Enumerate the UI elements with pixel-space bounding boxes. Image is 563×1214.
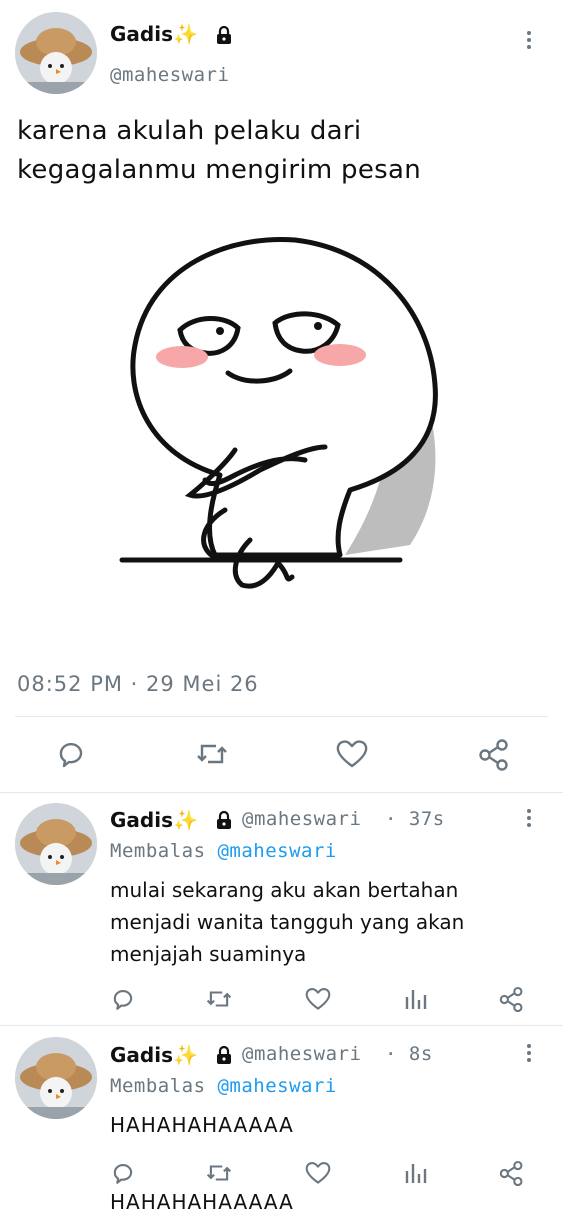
reply-text-line-1: mulai sekarang aku akan bertahan	[110, 878, 459, 902]
avatar[interactable]	[15, 1037, 97, 1119]
replying-to: Membalas @maheswari	[110, 840, 337, 862]
more-vertical-icon[interactable]	[527, 806, 533, 830]
more-vertical-icon[interactable]	[527, 28, 533, 52]
reply-display-name[interactable]: Gadis✨	[110, 1043, 198, 1067]
avatar-image	[15, 12, 97, 94]
reply-text-line-2: menjadi wanita tangguh yang akan	[110, 910, 465, 934]
reply-icon[interactable]	[110, 986, 136, 1012]
lock-icon	[217, 810, 231, 829]
reply-handle[interactable]: @maheswari	[242, 1043, 361, 1065]
lock-icon	[217, 1045, 231, 1064]
reply-display-name[interactable]: Gadis✨	[110, 808, 198, 832]
avatar[interactable]	[15, 12, 97, 94]
handle[interactable]: @maheswari	[110, 64, 229, 86]
replying-to-link[interactable]: @maheswari	[217, 1075, 336, 1097]
reply-icon[interactable]	[110, 1160, 136, 1186]
replying-to: Membalas @maheswari	[110, 1075, 337, 1097]
heart-icon[interactable]	[335, 739, 369, 769]
avatar[interactable]	[15, 803, 97, 885]
display-name-text: Gadis	[110, 1043, 173, 1067]
more-vertical-icon[interactable]	[527, 1041, 533, 1065]
sparkles-icon: ✨	[173, 22, 198, 46]
tweet-text-line-1: karena akulah pelaku dari	[17, 116, 362, 146]
sparkles-icon: ✨	[173, 808, 198, 832]
share-icon[interactable]	[477, 738, 511, 772]
reply-handle[interactable]: @maheswari	[242, 808, 361, 830]
replying-prefix: Membalas	[110, 1075, 206, 1097]
sparkles-icon: ✨	[173, 1043, 198, 1067]
reply-text-line-1: HAHAHAHAAAAA	[110, 1113, 294, 1137]
divider	[0, 792, 563, 793]
divider	[15, 716, 548, 717]
reply-time: · 8s	[385, 1043, 433, 1065]
divider	[0, 1025, 563, 1026]
share-icon[interactable]	[498, 1160, 525, 1187]
replying-prefix: Membalas	[110, 840, 206, 862]
share-icon[interactable]	[498, 986, 525, 1013]
timestamp[interactable]: 08:52 PM · 29 Mei 26	[17, 672, 259, 696]
avatar-image	[15, 1037, 97, 1119]
tweet-text-line-2: kegagalanmu mengirim pesan	[17, 155, 421, 185]
display-name-text: Gadis	[110, 808, 173, 832]
sticker-image[interactable]	[110, 225, 450, 605]
retweet-icon[interactable]	[205, 1160, 233, 1186]
reply-text-line-3: menjajah suaminya	[110, 942, 307, 966]
avatar-image	[15, 803, 97, 885]
reply-icon[interactable]	[55, 738, 87, 770]
heart-icon[interactable]	[304, 1161, 332, 1185]
display-name-text: Gadis	[110, 22, 173, 46]
heart-icon[interactable]	[304, 987, 332, 1011]
retweet-icon[interactable]	[195, 738, 229, 770]
display-name[interactable]: Gadis✨	[110, 22, 198, 46]
reply-time: · 37s	[385, 808, 445, 830]
replying-to-link[interactable]: @maheswari	[217, 840, 336, 862]
retweet-icon[interactable]	[205, 986, 233, 1012]
lock-icon	[217, 25, 231, 44]
stats-icon[interactable]	[404, 987, 428, 1011]
stats-icon[interactable]	[404, 1161, 428, 1185]
next-item-partial-text: HAHAHAHAAAAA	[110, 1190, 294, 1214]
